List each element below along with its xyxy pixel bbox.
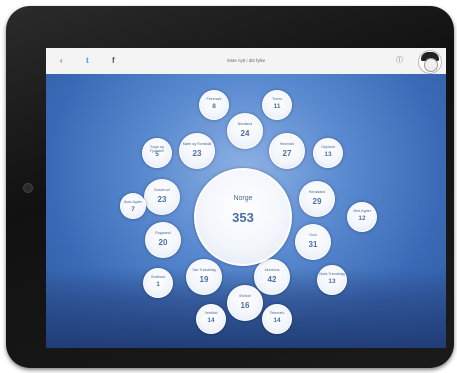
region-bubble[interactable]: Sogn og Fjordane 5 (142, 138, 172, 168)
avatar-face (424, 58, 438, 72)
info-icon[interactable]: ⓘ (396, 55, 403, 67)
region-count: 12 (358, 215, 366, 222)
region-count: 23 (192, 149, 202, 158)
home-button[interactable] (23, 183, 33, 193)
region-label: Akershus (264, 268, 280, 272)
region-count: 13 (328, 278, 336, 285)
region-count: 24 (240, 129, 250, 138)
region-bubble[interactable]: Svalbard 1 (143, 268, 173, 298)
region-label: Telemark (269, 311, 285, 315)
region-bubble[interactable]: Nordland 24 (227, 113, 263, 149)
page-title: Siste nytt i ditt fylke (226, 58, 266, 63)
region-bubble[interactable]: Akershus 42 (254, 259, 290, 295)
region-label: Buskerud (154, 188, 170, 192)
region-label: Sør-Trøndelag (192, 268, 216, 272)
region-bubble[interactable]: Buskerud 23 (144, 179, 180, 215)
region-bubble[interactable]: Finnmark 8 (199, 90, 229, 120)
region-count: 16 (240, 301, 250, 310)
region-bubble[interactable]: Sør-Trøndelag 19 (186, 259, 222, 295)
region-label: Troms (271, 97, 283, 101)
region-count: 42 (267, 275, 277, 284)
region-count: 29 (312, 197, 322, 206)
center-bubble[interactable]: Norge 353 (194, 168, 292, 266)
center-label: Norge (233, 195, 253, 202)
region-bubble[interactable]: Oslo 31 (295, 224, 331, 260)
top-bar: ‹ t f Siste nytt i ditt fylke ⓘ (46, 48, 446, 75)
region-label: Rogaland (155, 231, 171, 235)
region-bubble[interactable]: Rogaland 20 (145, 222, 181, 258)
region-bubble[interactable]: Vest-Agder 12 (347, 202, 377, 232)
region-label: Hedmark (279, 142, 295, 146)
twitter-icon[interactable]: t (86, 55, 89, 67)
region-label: Oslo (309, 233, 317, 237)
region-label: Nordland (237, 122, 253, 126)
region-label: Oppland (321, 145, 335, 149)
facebook-icon[interactable]: f (112, 55, 115, 67)
region-count: 27 (282, 149, 292, 158)
region-bubble[interactable]: Møre og Romsdal 23 (179, 133, 215, 169)
region-label: Finnmark (206, 97, 222, 101)
tablet-frame: ‹ t f Siste nytt i ditt fylke ⓘ Finnmark… (6, 6, 454, 368)
region-label: Møre og Romsdal (182, 142, 212, 146)
region-count: 8 (212, 103, 216, 110)
region-count: 11 (273, 103, 281, 110)
region-count: 14 (273, 317, 281, 324)
region-bubble[interactable]: Nord-Trøndelag 13 (317, 265, 347, 295)
region-bubble[interactable]: Hordaland 29 (299, 181, 335, 217)
region-count: 31 (308, 240, 318, 249)
region-count: 20 (158, 238, 168, 247)
region-count: 1 (156, 281, 160, 288)
center-count: 353 (232, 210, 254, 225)
region-bubble[interactable]: Telemark 14 (262, 304, 292, 334)
region-count: 7 (131, 206, 135, 213)
region-count: 14 (207, 317, 215, 324)
region-count: 13 (324, 151, 332, 158)
app-screen: ‹ t f Siste nytt i ditt fylke ⓘ Finnmark… (46, 48, 446, 348)
region-bubble[interactable]: Oppland 13 (313, 138, 343, 168)
region-label: Hordaland (308, 190, 326, 194)
region-bubble[interactable]: Hedmark 27 (269, 133, 305, 169)
region-count: 5 (155, 151, 159, 158)
region-label: Vest-Agder (353, 209, 371, 213)
region-bubble[interactable]: Troms 11 (262, 90, 292, 120)
region-count: 19 (199, 275, 209, 284)
avatar[interactable] (418, 50, 442, 74)
region-label: Aust-Agder (124, 200, 142, 204)
region-label: Svalbard (150, 275, 166, 279)
region-label: Østfold (239, 294, 251, 298)
region-bubble[interactable]: Østfold 16 (227, 285, 263, 321)
region-label: Nord-Trøndelag (319, 272, 345, 276)
region-bubble[interactable]: Vestfold 14 (196, 304, 226, 334)
region-label: Vestfold (204, 311, 218, 315)
region-bubble[interactable]: Aust-Agder 7 (120, 193, 146, 219)
region-count: 23 (157, 195, 167, 204)
back-arrow-icon[interactable]: ‹ (60, 55, 63, 67)
